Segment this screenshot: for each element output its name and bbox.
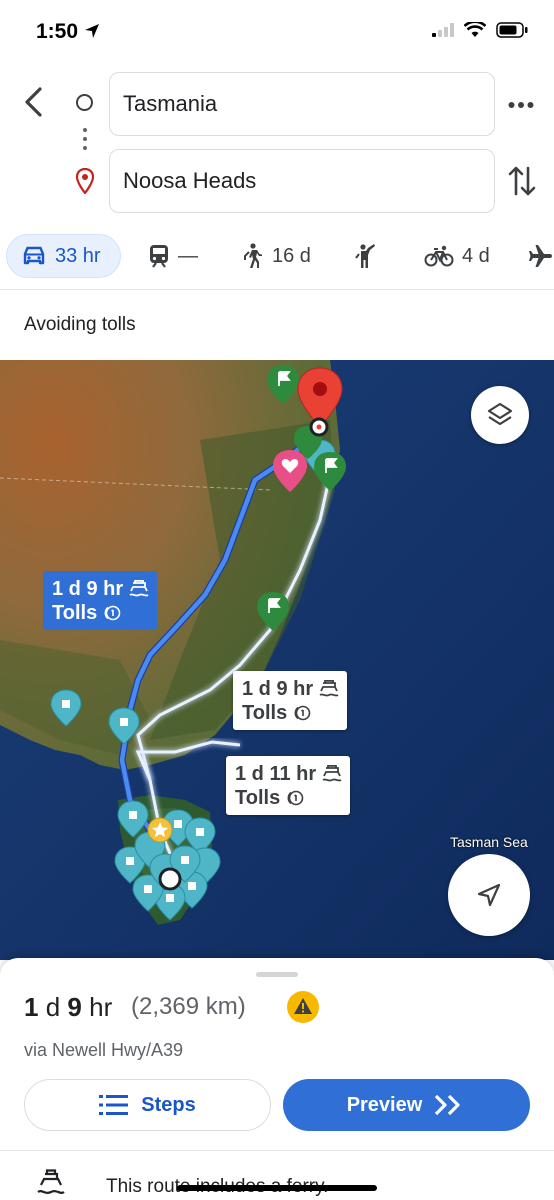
wifi-icon — [464, 22, 486, 37]
route-distance: (2,369 km) — [131, 993, 246, 1020]
mode-transit-label: — — [178, 244, 198, 267]
travel-mode-bar: 33 hr — 16 d 4 d — [0, 224, 554, 290]
double-chevron-right-icon — [435, 1094, 460, 1116]
my-location-button[interactable] — [448, 854, 530, 936]
avoid-tolls-text: Avoiding tolls — [24, 314, 136, 335]
route-tolls: Tolls — [235, 787, 281, 809]
mode-driving[interactable]: 33 hr — [6, 234, 121, 278]
map-layers-button[interactable] — [471, 386, 529, 444]
mode-cycling[interactable]: 4 d — [414, 234, 500, 278]
status-bar: 1:50 — [0, 0, 554, 64]
steps-button[interactable]: Steps — [24, 1079, 271, 1131]
route-duration: 1 d 9 hr — [242, 678, 314, 700]
plane-icon — [529, 245, 552, 267]
duration-days-value: 1 — [24, 992, 39, 1022]
mode-walking-label: 16 d — [272, 244, 311, 267]
walk-icon — [244, 243, 262, 268]
toll-coin-icon — [104, 605, 121, 621]
duration-hours-unit: hr — [89, 992, 113, 1022]
preview-label: Preview — [346, 1093, 423, 1116]
destination-pin-icon — [75, 168, 95, 194]
route-label-alt-2[interactable]: 1 d 11 hr Tolls — [226, 756, 351, 815]
route-duration: 1 d 9 hr — [52, 578, 124, 600]
route-options-row[interactable]: Avoiding tolls — [0, 290, 554, 360]
car-icon — [23, 246, 45, 265]
transit-icon — [150, 245, 168, 268]
status-time: 1:50 — [36, 20, 100, 44]
layers-icon — [487, 402, 513, 426]
back-arrow-icon — [25, 87, 42, 117]
duration-days-unit: d — [45, 992, 61, 1022]
directions-search: Tasmania Noosa Heads — [0, 64, 554, 224]
route-tolls: Tolls — [242, 702, 288, 724]
route-duration: 1 d 11 hr — [235, 763, 317, 785]
back-button[interactable] — [18, 84, 50, 120]
preview-button[interactable]: Preview — [283, 1079, 530, 1131]
duration-hours-value: 9 — [67, 992, 82, 1022]
drag-handle[interactable] — [256, 972, 298, 977]
status-icons — [432, 22, 528, 38]
ferry-icon — [37, 1169, 65, 1194]
mode-cycling-label: 4 d — [462, 244, 490, 267]
destination-field[interactable]: Noosa Heads — [109, 149, 495, 213]
mode-flights[interactable] — [518, 234, 554, 278]
ferry-icon — [129, 580, 149, 597]
route-summary-sheet: 1 d 9 hr (2,369 km) via Newell Hwy/A39 S… — [0, 958, 554, 1200]
home-indicator — [177, 1185, 377, 1191]
warning-icon[interactable] — [286, 990, 320, 1024]
map-view[interactable]: 1 d 9 hr Tolls 1 d 9 hr Tolls 1 d 11 hr … — [0, 360, 554, 960]
route-label-alt-1[interactable]: 1 d 9 hr Tolls — [233, 671, 348, 730]
mode-walking[interactable]: 16 d — [232, 234, 321, 278]
divider — [0, 1150, 554, 1151]
route-via-text: via Newell Hwy/A39 — [24, 1040, 184, 1060]
more-options-button[interactable] — [508, 96, 534, 108]
sea-label: Tasman Sea — [450, 834, 528, 850]
ride-hail-icon — [355, 244, 375, 268]
mode-transit[interactable]: — — [138, 234, 208, 278]
more-dots-icon — [508, 102, 534, 108]
clock-text: 1:50 — [36, 20, 79, 43]
toll-coin-icon — [294, 705, 311, 721]
origin-field[interactable]: Tasmania — [109, 72, 495, 136]
route-label-selected[interactable]: 1 d 9 hr Tolls — [43, 571, 158, 630]
steps-label: Steps — [141, 1093, 196, 1116]
route-dots-icon — [83, 128, 87, 155]
bike-icon — [424, 245, 454, 267]
mode-driving-label: 33 hr — [55, 244, 101, 267]
ferry-icon — [322, 765, 342, 782]
swap-arrows-icon — [508, 166, 536, 196]
mode-ride-hail[interactable] — [344, 234, 396, 278]
swap-button[interactable] — [508, 164, 536, 198]
origin-circle-icon — [76, 94, 93, 111]
route-tolls: Tolls — [52, 602, 98, 624]
list-icon — [99, 1095, 129, 1115]
navigation-arrow-icon — [477, 883, 501, 907]
toll-coin-icon — [287, 790, 304, 806]
cellular-signal-icon — [432, 23, 454, 37]
location-arrow-icon — [84, 24, 99, 38]
route-duration-total: 1 d 9 hr — [24, 992, 112, 1023]
ferry-icon — [319, 680, 339, 697]
battery-icon — [496, 22, 528, 38]
